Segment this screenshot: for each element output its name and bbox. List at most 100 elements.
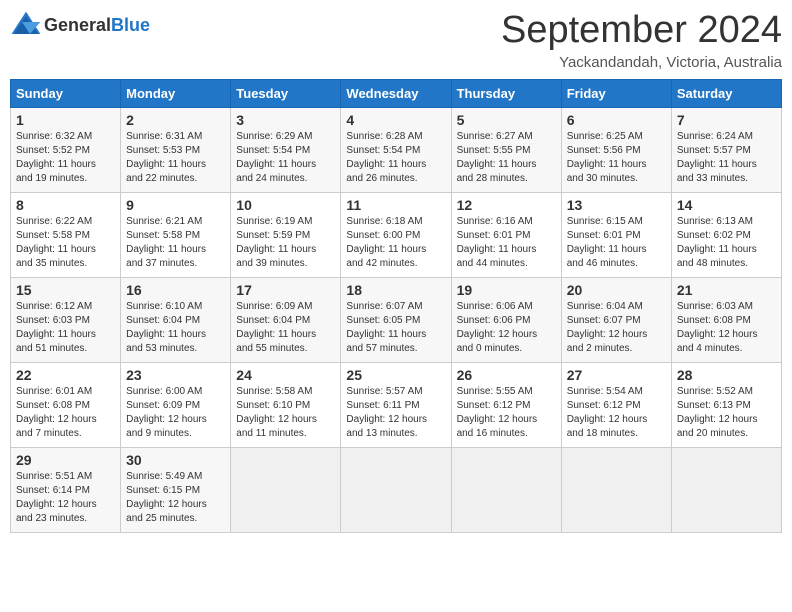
- day-number: 17: [236, 282, 335, 298]
- day-number: 18: [346, 282, 445, 298]
- calendar-day-cell: 12 Sunrise: 6:16 AMSunset: 6:01 PMDayligh…: [451, 192, 561, 277]
- day-info: Sunrise: 6:21 AMSunset: 5:58 PMDaylight:…: [126, 216, 206, 269]
- calendar-day-cell: 29 Sunrise: 5:51 AMSunset: 6:14 PMDayligh…: [11, 447, 121, 532]
- day-number: 2: [126, 112, 225, 128]
- calendar-table: SundayMondayTuesdayWednesdayThursdayFrid…: [10, 79, 782, 533]
- day-number: 14: [677, 197, 776, 213]
- logo: GeneralBlue: [10, 10, 150, 40]
- calendar-day-cell: 26Sunrise: 5:55 AMSunset: 6:12 PMDayligh…: [451, 362, 561, 447]
- day-info: Sunrise: 6:13 AMSunset: 6:02 PMDaylight:…: [677, 216, 757, 269]
- calendar-day-cell: 23 Sunrise: 6:00 AMSunset: 6:09 PMDayligh…: [121, 362, 231, 447]
- day-info: Sunrise: 5:51 AMSunset: 6:14 PMDaylight:…: [16, 471, 97, 524]
- day-number: 8: [16, 197, 115, 213]
- day-info: Sunrise: 6:04 AMSunset: 6:07 PMDaylight:…: [567, 301, 648, 354]
- day-info: Sunrise: 6:16 AMSunset: 6:01 PMDaylight:…: [457, 216, 537, 269]
- calendar-day-cell: [451, 447, 561, 532]
- day-number: 19: [457, 282, 556, 298]
- calendar-day-cell: 13 Sunrise: 6:15 AMSunset: 6:01 PMDayligh…: [561, 192, 671, 277]
- day-info: Sunrise: 6:07 AMSunset: 6:05 PMDaylight:…: [346, 301, 426, 354]
- day-number: 30: [126, 452, 225, 468]
- day-info: Sunrise: 6:01 AMSunset: 6:08 PMDaylight:…: [16, 386, 97, 439]
- calendar-day-cell: 22Sunrise: 6:01 AMSunset: 6:08 PMDayligh…: [11, 362, 121, 447]
- calendar-day-cell: 18 Sunrise: 6:07 AMSunset: 6:05 PMDayligh…: [341, 277, 451, 362]
- day-number: 1: [16, 112, 115, 128]
- day-number: 7: [677, 112, 776, 128]
- day-number: 10: [236, 197, 335, 213]
- month-title: September 2024: [501, 10, 782, 52]
- day-number: 29: [16, 452, 115, 468]
- calendar-day-cell: 9 Sunrise: 6:21 AMSunset: 5:58 PMDaylight…: [121, 192, 231, 277]
- calendar-day-cell: 3 Sunrise: 6:29 AMSunset: 5:54 PMDaylight…: [231, 107, 341, 192]
- day-number: 20: [567, 282, 666, 298]
- day-number: 5: [457, 112, 556, 128]
- day-info: Sunrise: 6:15 AMSunset: 6:01 PMDaylight:…: [567, 216, 647, 269]
- day-number: 6: [567, 112, 666, 128]
- day-info: Sunrise: 6:18 AMSunset: 6:00 PMDaylight:…: [346, 216, 426, 269]
- day-info: Sunrise: 5:54 AMSunset: 6:12 PMDaylight:…: [567, 386, 648, 439]
- day-number: 16: [126, 282, 225, 298]
- day-info: Sunrise: 6:24 AMSunset: 5:57 PMDaylight:…: [677, 131, 757, 184]
- day-number: 26: [457, 367, 556, 383]
- calendar-day-cell: 6Sunrise: 6:25 AMSunset: 5:56 PMDaylight…: [561, 107, 671, 192]
- day-info: Sunrise: 6:31 AMSunset: 5:53 PMDaylight:…: [126, 131, 206, 184]
- calendar-week-row: 29 Sunrise: 5:51 AMSunset: 6:14 PMDayligh…: [11, 447, 782, 532]
- calendar-day-cell: 5 Sunrise: 6:27 AMSunset: 5:55 PMDaylight…: [451, 107, 561, 192]
- day-number: 28: [677, 367, 776, 383]
- logo-blue: Blue: [111, 15, 150, 35]
- day-of-week-header: Tuesday: [231, 79, 341, 107]
- day-info: Sunrise: 6:12 AMSunset: 6:03 PMDaylight:…: [16, 301, 96, 354]
- day-number: 13: [567, 197, 666, 213]
- day-info: Sunrise: 6:19 AMSunset: 5:59 PMDaylight:…: [236, 216, 316, 269]
- day-info: Sunrise: 5:52 AMSunset: 6:13 PMDaylight:…: [677, 386, 758, 439]
- calendar-day-cell: 4Sunrise: 6:28 AMSunset: 5:54 PMDaylight…: [341, 107, 451, 192]
- day-of-week-header: Saturday: [671, 79, 781, 107]
- day-info: Sunrise: 5:58 AMSunset: 6:10 PMDaylight:…: [236, 386, 317, 439]
- calendar-day-cell: 15 Sunrise: 6:12 AMSunset: 6:03 PMDayligh…: [11, 277, 121, 362]
- day-info: Sunrise: 6:09 AMSunset: 6:04 PMDaylight:…: [236, 301, 316, 354]
- day-info: Sunrise: 6:22 AMSunset: 5:58 PMDaylight:…: [16, 216, 96, 269]
- day-info: Sunrise: 6:29 AMSunset: 5:54 PMDaylight:…: [236, 131, 316, 184]
- calendar-week-row: 1 Sunrise: 6:32 AMSunset: 5:52 PMDaylight…: [11, 107, 782, 192]
- day-of-week-header: Monday: [121, 79, 231, 107]
- day-number: 15: [16, 282, 115, 298]
- calendar-day-cell: 21 Sunrise: 6:03 AMSunset: 6:08 PMDayligh…: [671, 277, 781, 362]
- logo-general: General: [44, 15, 111, 35]
- day-of-week-header: Wednesday: [341, 79, 451, 107]
- calendar-week-row: 8 Sunrise: 6:22 AMSunset: 5:58 PMDaylight…: [11, 192, 782, 277]
- calendar-day-cell: 30 Sunrise: 5:49 AMSunset: 6:15 PMDayligh…: [121, 447, 231, 532]
- day-number: 4: [346, 112, 445, 128]
- calendar-day-cell: [231, 447, 341, 532]
- day-of-week-header: Sunday: [11, 79, 121, 107]
- day-number: 23: [126, 367, 225, 383]
- calendar-day-cell: 11 Sunrise: 6:18 AMSunset: 6:00 PMDayligh…: [341, 192, 451, 277]
- calendar-day-cell: [561, 447, 671, 532]
- day-of-week-header: Thursday: [451, 79, 561, 107]
- day-number: 21: [677, 282, 776, 298]
- calendar-day-cell: 14 Sunrise: 6:13 AMSunset: 6:02 PMDayligh…: [671, 192, 781, 277]
- day-info: Sunrise: 5:57 AMSunset: 6:11 PMDaylight:…: [346, 386, 427, 439]
- calendar-day-cell: 20 Sunrise: 6:04 AMSunset: 6:07 PMDayligh…: [561, 277, 671, 362]
- calendar-day-cell: 28 Sunrise: 5:52 AMSunset: 6:13 PMDayligh…: [671, 362, 781, 447]
- day-info: Sunrise: 6:06 AMSunset: 6:06 PMDaylight:…: [457, 301, 538, 354]
- day-number: 27: [567, 367, 666, 383]
- day-info: Sunrise: 6:10 AMSunset: 6:04 PMDaylight:…: [126, 301, 206, 354]
- calendar-day-cell: 24 Sunrise: 5:58 AMSunset: 6:10 PMDayligh…: [231, 362, 341, 447]
- calendar-week-row: 15 Sunrise: 6:12 AMSunset: 6:03 PMDayligh…: [11, 277, 782, 362]
- day-info: Sunrise: 5:49 AMSunset: 6:15 PMDaylight:…: [126, 471, 207, 524]
- day-number: 24: [236, 367, 335, 383]
- day-info: Sunrise: 6:03 AMSunset: 6:08 PMDaylight:…: [677, 301, 758, 354]
- calendar-day-cell: 16 Sunrise: 6:10 AMSunset: 6:04 PMDayligh…: [121, 277, 231, 362]
- logo-text: GeneralBlue: [44, 15, 150, 36]
- day-number: 3: [236, 112, 335, 128]
- day-info: Sunrise: 6:27 AMSunset: 5:55 PMDaylight:…: [457, 131, 537, 184]
- calendar-day-cell: 19 Sunrise: 6:06 AMSunset: 6:06 PMDayligh…: [451, 277, 561, 362]
- day-number: 12: [457, 197, 556, 213]
- day-number: 9: [126, 197, 225, 213]
- calendar-week-row: 22Sunrise: 6:01 AMSunset: 6:08 PMDayligh…: [11, 362, 782, 447]
- calendar-day-cell: 25Sunrise: 5:57 AMSunset: 6:11 PMDayligh…: [341, 362, 451, 447]
- calendar-day-cell: 10 Sunrise: 6:19 AMSunset: 5:59 PMDayligh…: [231, 192, 341, 277]
- day-info: Sunrise: 6:00 AMSunset: 6:09 PMDaylight:…: [126, 386, 207, 439]
- day-number: 11: [346, 197, 445, 213]
- logo-icon: [10, 10, 42, 38]
- day-info: Sunrise: 6:32 AMSunset: 5:52 PMDaylight:…: [16, 131, 96, 184]
